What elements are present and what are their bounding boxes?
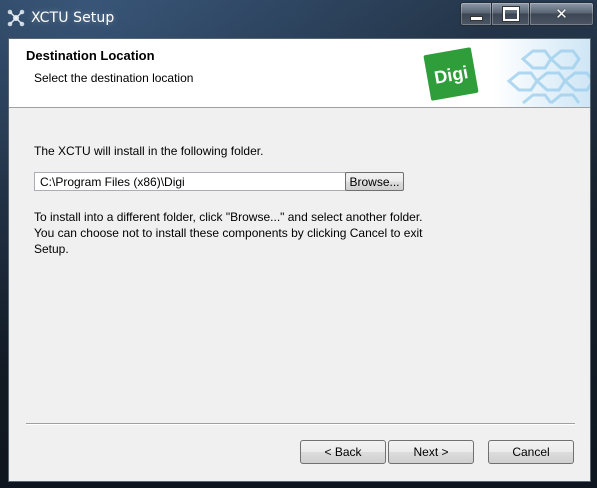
wizard-header: Destination Location Select the destinat…: [9, 39, 590, 108]
intro-text: The XCTU will install in the following f…: [34, 144, 264, 158]
footer-divider: [26, 423, 575, 425]
title-bar[interactable]: XCTU Setup ✕: [0, 0, 597, 38]
destination-folder-field[interactable]: [34, 172, 347, 191]
page-subtitle: Select the destination location: [34, 71, 194, 85]
maximize-button[interactable]: [491, 2, 530, 26]
browse-button[interactable]: Browse...: [345, 172, 404, 191]
instructions: To install into a different folder, clic…: [34, 209, 434, 257]
minimize-button[interactable]: [460, 2, 492, 26]
close-icon: ✕: [555, 5, 568, 23]
window-frame: XCTU Setup ✕ Destination Location Select…: [0, 0, 597, 488]
instruction-line: You can choose not to install these comp…: [34, 226, 423, 256]
minimize-icon: [469, 15, 483, 21]
xctu-app-icon: [7, 9, 25, 27]
close-button[interactable]: ✕: [529, 2, 594, 26]
cancel-button[interactable]: Cancel: [488, 440, 574, 464]
digi-logo: Digi: [423, 47, 479, 101]
next-button[interactable]: Next >: [388, 440, 474, 464]
setup-dialog: Destination Location Select the destinat…: [8, 38, 591, 482]
page-title: Destination Location: [26, 48, 155, 63]
window-title: XCTU Setup: [31, 10, 115, 26]
back-button[interactable]: < Back: [300, 440, 386, 464]
maximize-icon: [501, 6, 520, 22]
hexagon-decoration: [493, 39, 590, 107]
instruction-line: To install into a different folder, clic…: [34, 210, 423, 224]
